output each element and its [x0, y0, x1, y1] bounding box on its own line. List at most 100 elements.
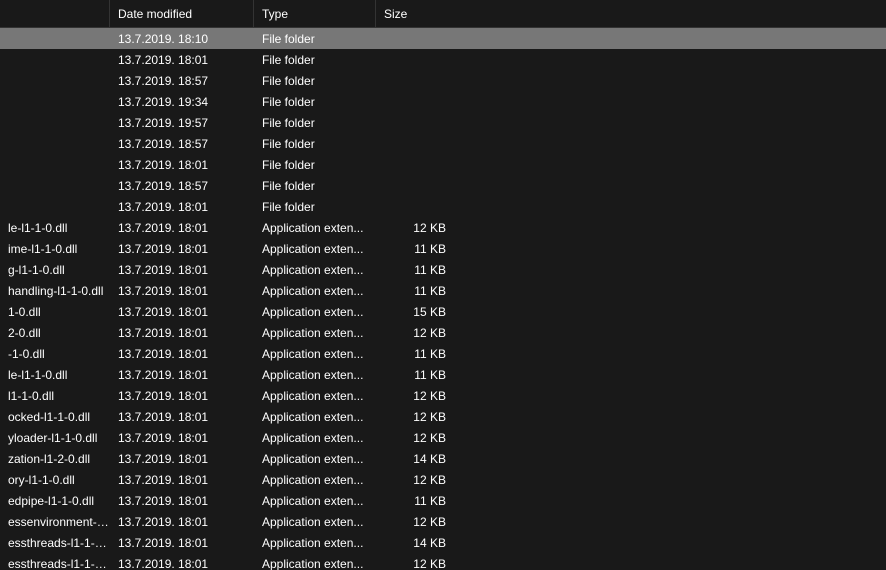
file-name-cell: g-l1-1-0.dll: [0, 263, 110, 277]
file-size-cell: 14 KB: [376, 536, 454, 550]
file-name-cell: ime-l1-1-0.dll: [0, 242, 110, 256]
file-date-cell: 13.7.2019. 18:01: [110, 242, 254, 256]
file-row[interactable]: essthreads-l1-1-1...13.7.2019. 18:01Appl…: [0, 553, 886, 570]
file-name-cell: zation-l1-2-0.dll: [0, 452, 110, 466]
file-date-cell: 13.7.2019. 18:01: [110, 305, 254, 319]
file-size-cell: 15 KB: [376, 305, 454, 319]
file-name-cell: edpipe-l1-1-0.dll: [0, 494, 110, 508]
file-row[interactable]: l1-1-0.dll13.7.2019. 18:01Application ex…: [0, 385, 886, 406]
file-type-cell: File folder: [254, 200, 376, 214]
column-header-size[interactable]: Size: [376, 0, 454, 27]
file-row[interactable]: 13.7.2019. 18:57File folder: [0, 70, 886, 91]
file-size-cell: 12 KB: [376, 326, 454, 340]
file-size-cell: 12 KB: [376, 389, 454, 403]
file-row[interactable]: ory-l1-1-0.dll13.7.2019. 18:01Applicatio…: [0, 469, 886, 490]
file-row[interactable]: 13.7.2019. 19:57File folder: [0, 112, 886, 133]
file-row[interactable]: 13.7.2019. 19:34File folder: [0, 91, 886, 112]
file-date-cell: 13.7.2019. 18:01: [110, 473, 254, 487]
file-row[interactable]: edpipe-l1-1-0.dll13.7.2019. 18:01Applica…: [0, 490, 886, 511]
file-row[interactable]: 13.7.2019. 18:01File folder: [0, 196, 886, 217]
file-type-cell: Application exten...: [254, 284, 376, 298]
file-date-cell: 13.7.2019. 18:01: [110, 53, 254, 67]
file-type-cell: File folder: [254, 74, 376, 88]
file-row[interactable]: 13.7.2019. 18:57File folder: [0, 175, 886, 196]
file-date-cell: 13.7.2019. 18:01: [110, 158, 254, 172]
file-row[interactable]: 13.7.2019. 18:01File folder: [0, 49, 886, 70]
file-date-cell: 13.7.2019. 18:01: [110, 515, 254, 529]
file-name-cell: essthreads-l1-1-1...: [0, 557, 110, 570]
file-date-cell: 13.7.2019. 18:01: [110, 410, 254, 424]
file-type-cell: Application exten...: [254, 557, 376, 570]
file-size-cell: 11 KB: [376, 368, 454, 382]
file-row[interactable]: yloader-l1-1-0.dll13.7.2019. 18:01Applic…: [0, 427, 886, 448]
file-date-cell: 13.7.2019. 18:01: [110, 452, 254, 466]
file-row[interactable]: -1-0.dll13.7.2019. 18:01Application exte…: [0, 343, 886, 364]
file-type-cell: Application exten...: [254, 347, 376, 361]
file-type-cell: Application exten...: [254, 494, 376, 508]
file-size-cell: 11 KB: [376, 347, 454, 361]
file-row[interactable]: handling-l1-1-0.dll13.7.2019. 18:01Appli…: [0, 280, 886, 301]
file-name-cell: 2-0.dll: [0, 326, 110, 340]
file-type-cell: File folder: [254, 95, 376, 109]
file-type-cell: File folder: [254, 137, 376, 151]
file-date-cell: 13.7.2019. 18:01: [110, 494, 254, 508]
file-date-cell: 13.7.2019. 18:01: [110, 347, 254, 361]
file-size-cell: 12 KB: [376, 221, 454, 235]
file-date-cell: 13.7.2019. 18:01: [110, 326, 254, 340]
file-size-cell: 12 KB: [376, 515, 454, 529]
file-date-cell: 13.7.2019. 18:01: [110, 284, 254, 298]
file-row[interactable]: essthreads-l1-1-0.dll13.7.2019. 18:01App…: [0, 532, 886, 553]
file-name-cell: yloader-l1-1-0.dll: [0, 431, 110, 445]
file-date-cell: 13.7.2019. 18:01: [110, 200, 254, 214]
file-type-cell: Application exten...: [254, 473, 376, 487]
file-date-cell: 13.7.2019. 19:34: [110, 95, 254, 109]
file-size-cell: 12 KB: [376, 410, 454, 424]
file-name-cell: le-l1-1-0.dll: [0, 368, 110, 382]
file-size-cell: 12 KB: [376, 473, 454, 487]
column-header-row: Date modified Type Size: [0, 0, 886, 28]
file-type-cell: Application exten...: [254, 221, 376, 235]
file-row[interactable]: zation-l1-2-0.dll13.7.2019. 18:01Applica…: [0, 448, 886, 469]
file-row[interactable]: 13.7.2019. 18:10File folder: [0, 28, 886, 49]
file-type-cell: File folder: [254, 53, 376, 67]
file-date-cell: 13.7.2019. 18:57: [110, 74, 254, 88]
file-date-cell: 13.7.2019. 18:01: [110, 368, 254, 382]
file-row[interactable]: ocked-l1-1-0.dll13.7.2019. 18:01Applicat…: [0, 406, 886, 427]
file-date-cell: 13.7.2019. 18:57: [110, 179, 254, 193]
file-row[interactable]: 13.7.2019. 18:57File folder: [0, 133, 886, 154]
file-row[interactable]: 2-0.dll13.7.2019. 18:01Application exten…: [0, 322, 886, 343]
file-size-cell: 14 KB: [376, 452, 454, 466]
file-type-cell: Application exten...: [254, 368, 376, 382]
file-name-cell: essthreads-l1-1-0.dll: [0, 536, 110, 550]
file-type-cell: Application exten...: [254, 410, 376, 424]
column-header-name[interactable]: [0, 0, 110, 27]
file-row[interactable]: le-l1-1-0.dll13.7.2019. 18:01Application…: [0, 217, 886, 238]
file-type-cell: Application exten...: [254, 305, 376, 319]
file-size-cell: 12 KB: [376, 431, 454, 445]
column-header-type[interactable]: Type: [254, 0, 376, 27]
file-date-cell: 13.7.2019. 18:01: [110, 263, 254, 277]
file-list: 13.7.2019. 18:10File folder13.7.2019. 18…: [0, 28, 886, 570]
file-type-cell: Application exten...: [254, 326, 376, 340]
file-row[interactable]: 1-0.dll13.7.2019. 18:01Application exten…: [0, 301, 886, 322]
file-date-cell: 13.7.2019. 19:57: [110, 116, 254, 130]
file-date-cell: 13.7.2019. 18:57: [110, 137, 254, 151]
file-type-cell: File folder: [254, 179, 376, 193]
file-row[interactable]: g-l1-1-0.dll13.7.2019. 18:01Application …: [0, 259, 886, 280]
file-name-cell: l1-1-0.dll: [0, 389, 110, 403]
file-row[interactable]: essenvironment-l1...13.7.2019. 18:01Appl…: [0, 511, 886, 532]
file-row[interactable]: ime-l1-1-0.dll13.7.2019. 18:01Applicatio…: [0, 238, 886, 259]
file-type-cell: Application exten...: [254, 263, 376, 277]
column-header-date-modified[interactable]: Date modified: [110, 0, 254, 27]
file-row[interactable]: 13.7.2019. 18:01File folder: [0, 154, 886, 175]
file-name-cell: le-l1-1-0.dll: [0, 221, 110, 235]
file-type-cell: Application exten...: [254, 515, 376, 529]
file-date-cell: 13.7.2019. 18:01: [110, 536, 254, 550]
file-row[interactable]: le-l1-1-0.dll13.7.2019. 18:01Application…: [0, 364, 886, 385]
file-name-cell: -1-0.dll: [0, 347, 110, 361]
file-size-cell: 11 KB: [376, 284, 454, 298]
file-date-cell: 13.7.2019. 18:01: [110, 431, 254, 445]
file-type-cell: Application exten...: [254, 452, 376, 466]
file-size-cell: 11 KB: [376, 263, 454, 277]
file-date-cell: 13.7.2019. 18:01: [110, 389, 254, 403]
